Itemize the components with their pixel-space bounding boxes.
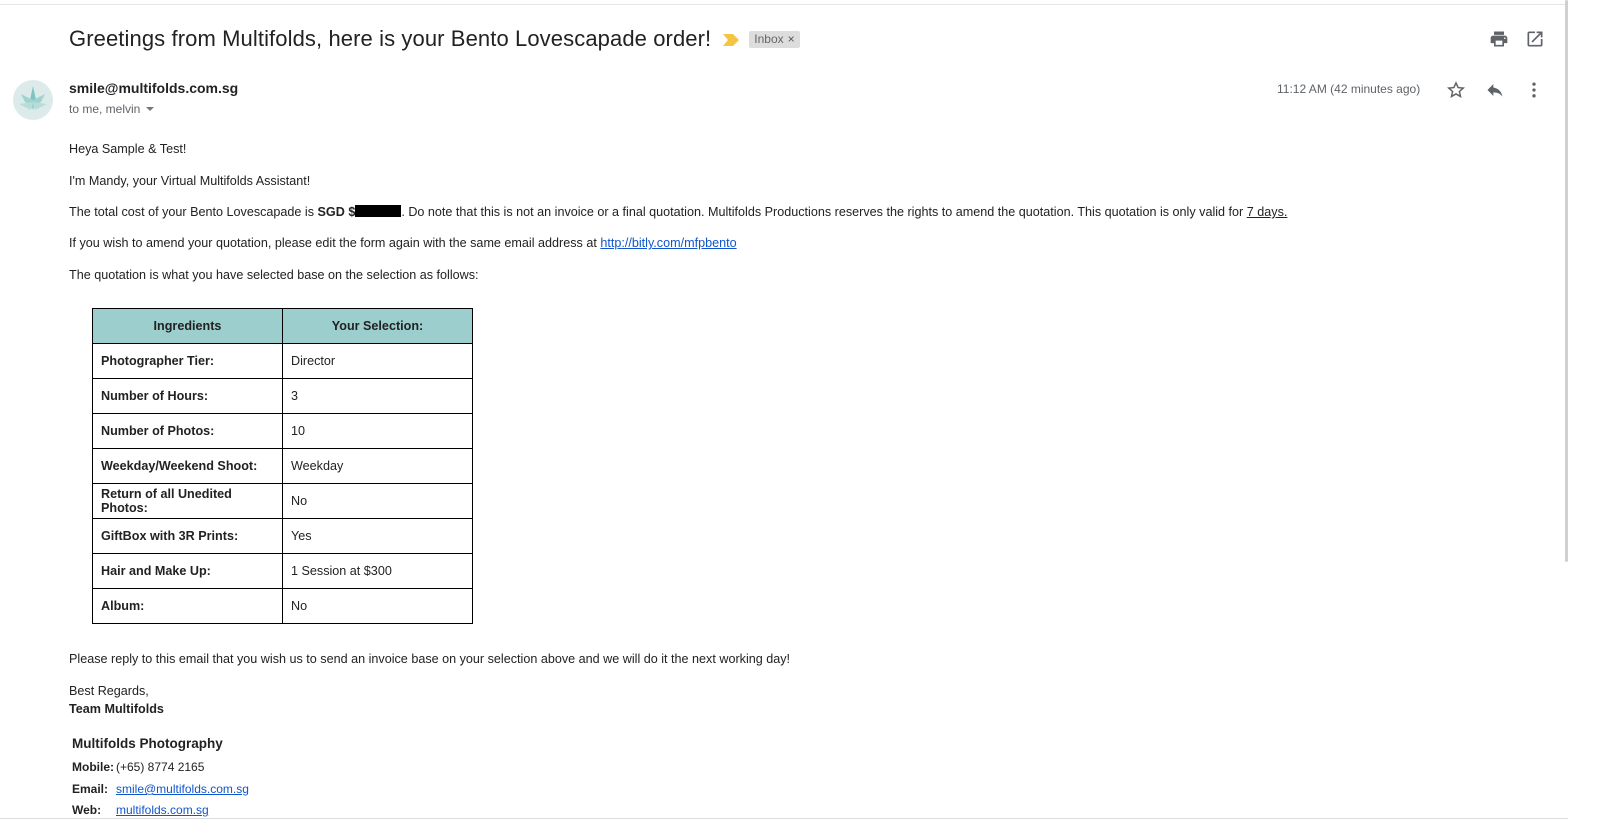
email-subject: Greetings from Multifolds, here is your …	[69, 26, 712, 51]
team-signoff: Team Multifolds	[69, 702, 164, 716]
scrollbar-thumb[interactable]	[1565, 0, 1568, 562]
row-value: 3	[282, 378, 473, 414]
table-row: Photographer Tier: Director	[92, 343, 473, 379]
cost-currency: SGD $	[317, 205, 356, 219]
recipients-line: to me, melvin	[69, 102, 155, 116]
table-row: GiftBox with 3R Prints: Yes	[92, 518, 473, 554]
row-value: Yes	[282, 518, 473, 554]
row-value: 1 Session at $300	[282, 553, 473, 589]
row-label: Number of Hours:	[92, 378, 283, 414]
table-header: Your Selection:	[282, 308, 473, 344]
sender-avatar[interactable]	[13, 80, 53, 120]
row-value: 10	[282, 413, 473, 449]
signature-web-row: Web: multifolds.com.sg	[72, 803, 209, 817]
table-row: Album: No	[92, 588, 473, 624]
row-value: No	[282, 588, 473, 624]
signature-email-link[interactable]: smile@multifolds.com.sg	[116, 782, 249, 796]
table-row: Number of Hours: 3	[92, 378, 473, 414]
mobile-label: Mobile:	[72, 760, 114, 774]
row-value: Weekday	[282, 448, 473, 484]
cost-suffix: . Do note that this is not an invoice or…	[401, 205, 1247, 219]
cost-prefix: The total cost of your Bento Lovescapade…	[69, 205, 318, 219]
signature-web-link[interactable]: multifolds.com.sg	[116, 803, 209, 817]
recipients-text: to me, melvin	[69, 102, 141, 116]
reply-icon[interactable]	[1483, 78, 1507, 102]
selection-table: Ingredients Your Selection: Photographer…	[92, 308, 473, 624]
inbox-label-chip: Inbox ×	[749, 30, 800, 48]
signature-mobile-row: Mobile: (+65) 8774 2165	[72, 760, 204, 774]
signature-company: Multifolds Photography	[72, 736, 223, 751]
mobile-number: (+65) 8774 2165	[116, 760, 205, 774]
open-in-new-window-icon[interactable]	[1523, 27, 1547, 51]
selection-intro: The quotation is what you have selected …	[69, 268, 479, 282]
row-label: Hair and Make Up:	[92, 553, 283, 589]
top-divider	[0, 4, 1568, 5]
row-value: No	[282, 483, 473, 519]
signature-email-row: Email: smile@multifolds.com.sg	[72, 782, 249, 796]
row-value: Director	[282, 343, 473, 379]
greeting-text: Heya Sample & Test!	[69, 142, 187, 156]
row-label: Number of Photos:	[92, 413, 283, 449]
row-label: GiftBox with 3R Prints:	[92, 518, 283, 554]
table-row: Hair and Make Up: 1 Session at $300	[92, 553, 473, 589]
table-header-row: Ingredients Your Selection:	[92, 308, 473, 344]
sender-email[interactable]: smile@multifolds.com.sg	[69, 80, 238, 96]
inbox-label-text: Inbox	[754, 31, 784, 46]
regards-text: Best Regards,	[69, 684, 149, 698]
row-label: Return of all Unedited Photos:	[92, 483, 283, 519]
web-label: Web:	[72, 803, 102, 817]
intro-text: I'm Mandy, your Virtual Multifolds Assis…	[69, 174, 311, 188]
email-label: Email:	[72, 782, 109, 796]
more-vertical-icon[interactable]	[1522, 78, 1546, 102]
redacted-amount	[355, 205, 402, 217]
show-details-chevron-down-icon[interactable]	[146, 107, 155, 111]
amend-prefix: If you wish to amend your quotation, ple…	[69, 236, 601, 250]
remove-label-icon[interactable]: ×	[788, 32, 795, 46]
subject-row: Greetings from Multifolds, here is your …	[69, 24, 800, 54]
email-timestamp: 11:12 AM (42 minutes ago)	[1277, 82, 1421, 96]
table-header: Ingredients	[92, 308, 283, 344]
row-label: Weekday/Weekend Shoot:	[92, 448, 283, 484]
row-label: Album:	[92, 588, 283, 624]
table-row: Number of Photos: 10	[92, 413, 473, 449]
row-label: Photographer Tier:	[92, 343, 283, 379]
amend-form-link[interactable]: http://bitly.com/mfpbento	[600, 236, 736, 250]
closing-request: Please reply to this email that you wish…	[69, 652, 791, 666]
bottom-divider	[0, 818, 1568, 819]
importance-marker-icon[interactable]	[723, 33, 740, 46]
validity-period: 7 days.	[1246, 205, 1288, 219]
star-icon[interactable]	[1444, 78, 1468, 102]
table-row: Return of all Unedited Photos: No	[92, 483, 473, 519]
cost-paragraph: The total cost of your Bento Lovescapade…	[69, 205, 1287, 219]
print-icon[interactable]	[1487, 27, 1511, 51]
amend-paragraph: If you wish to amend your quotation, ple…	[69, 236, 737, 250]
table-row: Weekday/Weekend Shoot: Weekday	[92, 448, 473, 484]
